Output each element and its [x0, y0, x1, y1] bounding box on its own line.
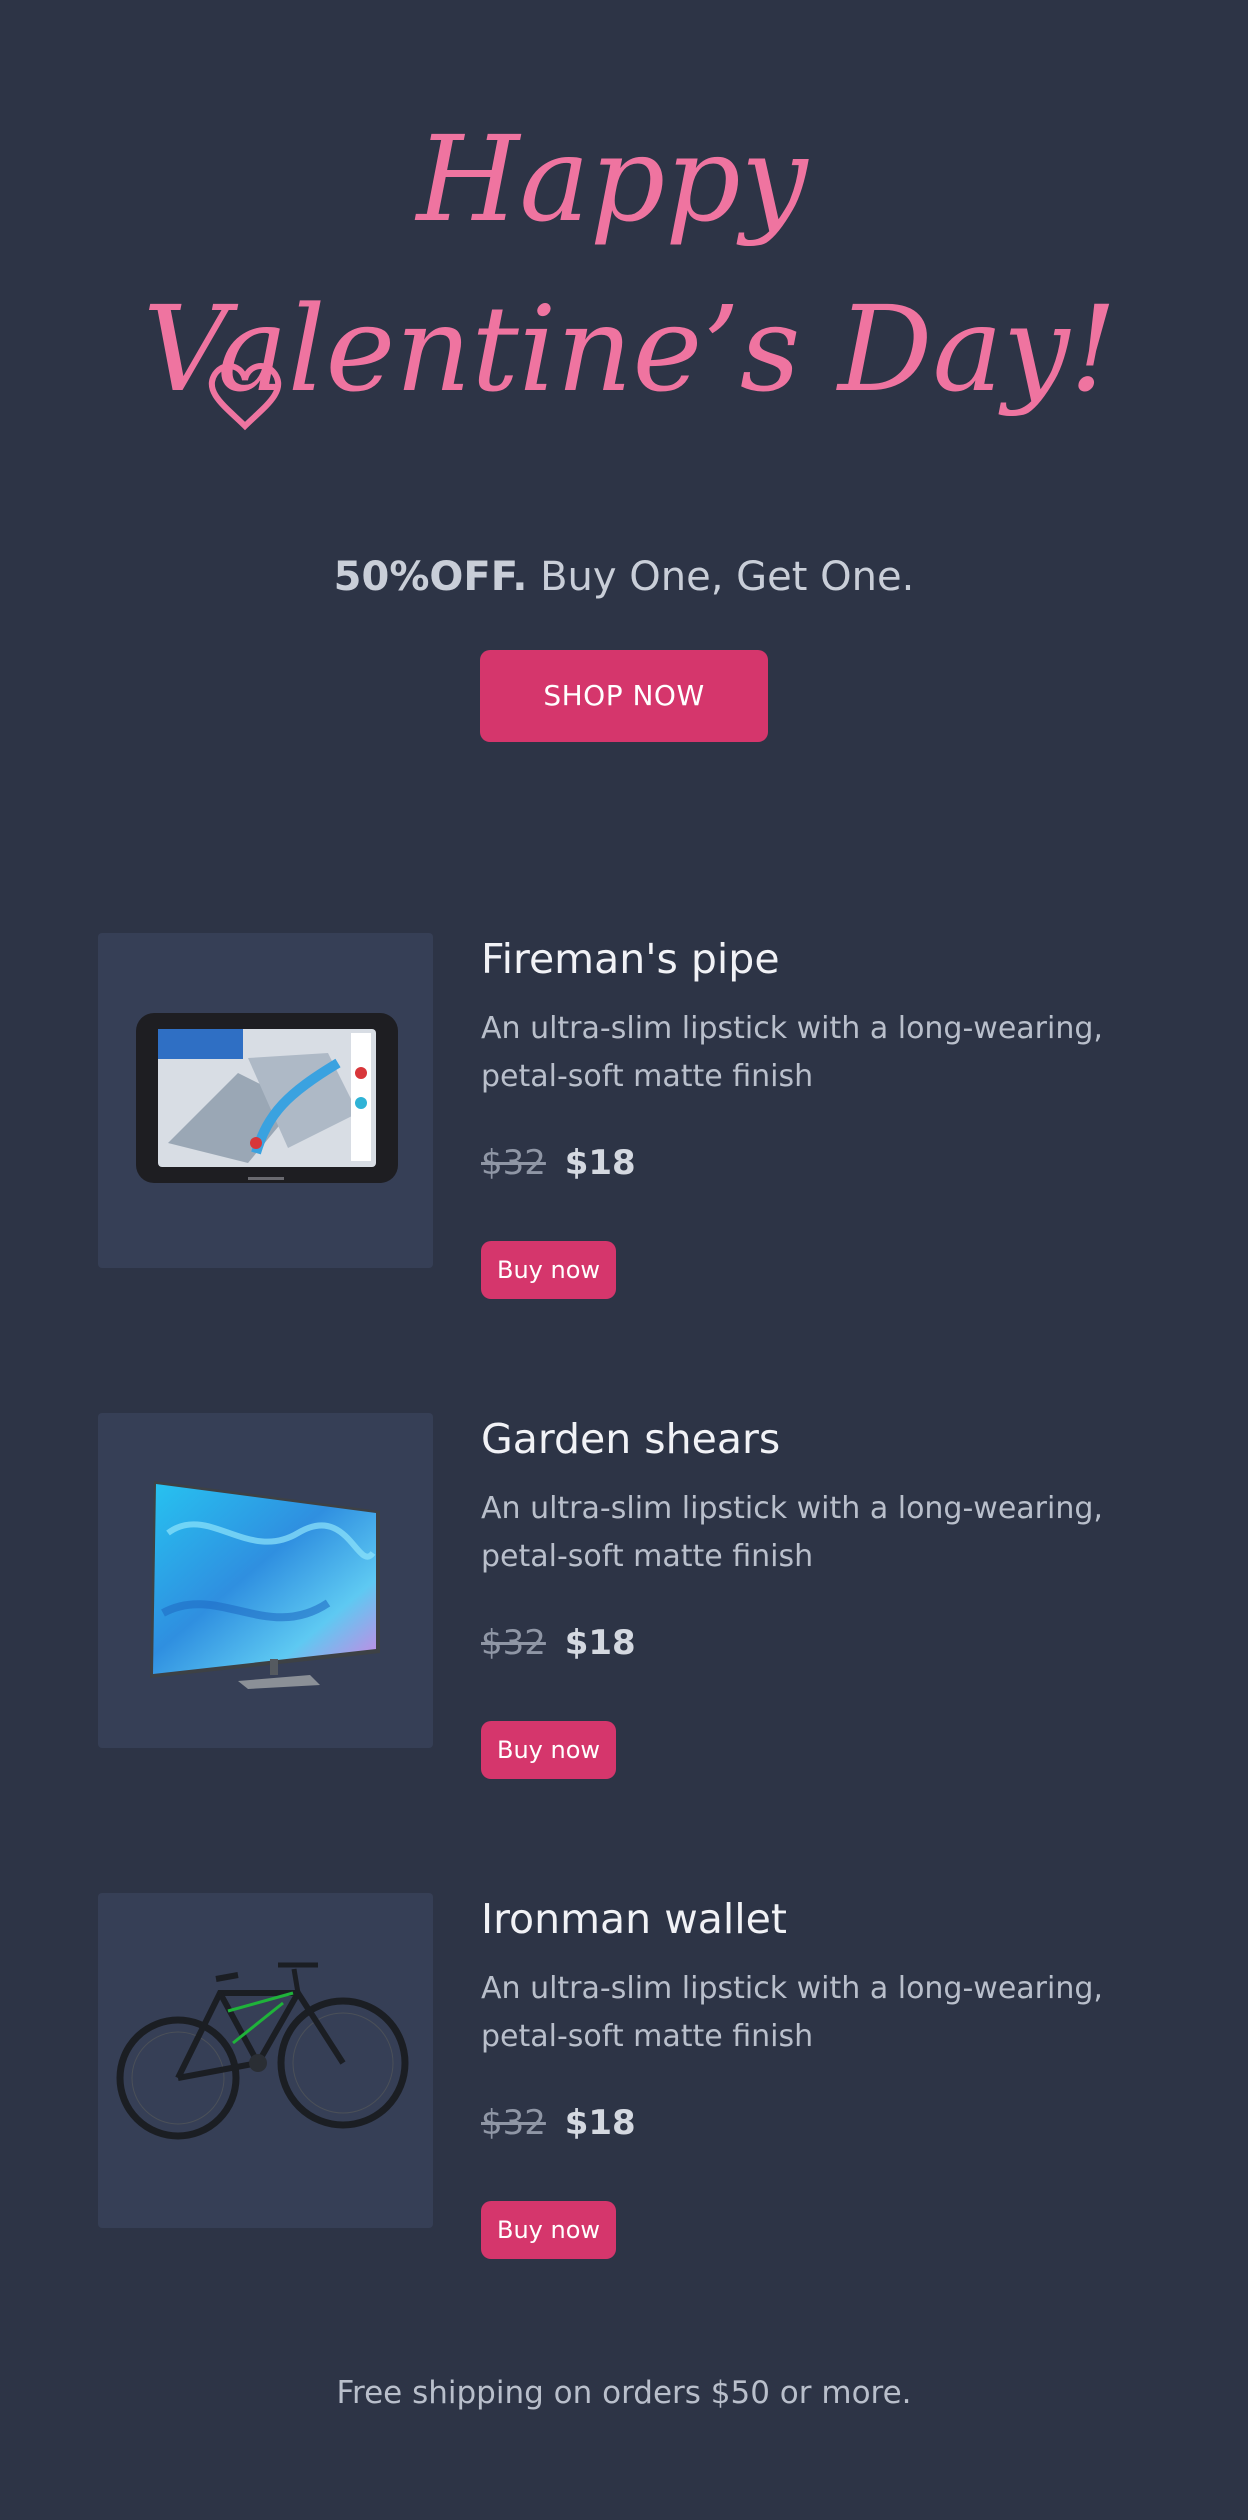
product-card: Fireman's pipe An ultra-slim lipstick wi… — [98, 933, 1158, 1299]
price-row: $32 $18 — [481, 1621, 636, 1665]
gps-navigator-icon — [136, 1013, 398, 1183]
product-name: Fireman's pipe — [481, 935, 780, 983]
offer-description: Buy One, Get One. — [540, 554, 915, 600]
price-row: $32 $18 — [481, 2101, 636, 2145]
product-image-gps[interactable] — [98, 933, 433, 1268]
buy-now-button[interactable]: Buy now — [481, 1241, 616, 1299]
buy-now-button[interactable]: Buy now — [481, 2201, 616, 2259]
product-name: Ironman wallet — [481, 1895, 787, 1943]
sale-price: $18 — [564, 2103, 636, 2143]
product-description: An ultra-slim lipstick with a long-weari… — [481, 1011, 1103, 1094]
buy-now-button[interactable]: Buy now — [481, 1721, 616, 1779]
hero-title-line-2: Valentine’s Day! — [143, 280, 1117, 418]
product-card: Garden shears An ultra-slim lipstick wit… — [98, 1413, 1158, 1779]
shop-now-button[interactable]: SHOP NOW — [480, 650, 768, 742]
offer-strong: 50%OFF. — [333, 554, 528, 600]
hero-title: Happy Valentine’s Day! — [0, 100, 1248, 460]
old-price: $32 — [481, 2103, 546, 2143]
hero-title-line-1: Happy — [415, 110, 809, 248]
valentines-email: Happy Valentine’s Day! 50%OFF. Buy One, … — [0, 0, 1248, 2520]
product-image-bike[interactable] — [98, 1893, 433, 2228]
old-price: $32 — [481, 1623, 546, 1663]
product-name: Garden shears — [481, 1415, 781, 1463]
mountain-bike-icon — [116, 1962, 409, 2140]
product-card: Ironman wallet An ultra-slim lipstick wi… — [98, 1893, 1158, 2259]
footer-shipping-note: Free shipping on orders $50 or more. — [336, 2375, 912, 2411]
price-row: $32 $18 — [481, 1141, 636, 1185]
product-description: An ultra-slim lipstick with a long-weari… — [481, 1491, 1103, 1574]
sale-price: $18 — [564, 1143, 636, 1183]
offer-text: 50%OFF. Buy One, Get One. — [0, 545, 1248, 609]
television-icon — [150, 1481, 380, 1689]
old-price: $32 — [481, 1143, 546, 1183]
product-description: An ultra-slim lipstick with a long-weari… — [481, 1971, 1103, 2054]
sale-price: $18 — [564, 1623, 636, 1663]
product-image-tv[interactable] — [98, 1413, 433, 1748]
